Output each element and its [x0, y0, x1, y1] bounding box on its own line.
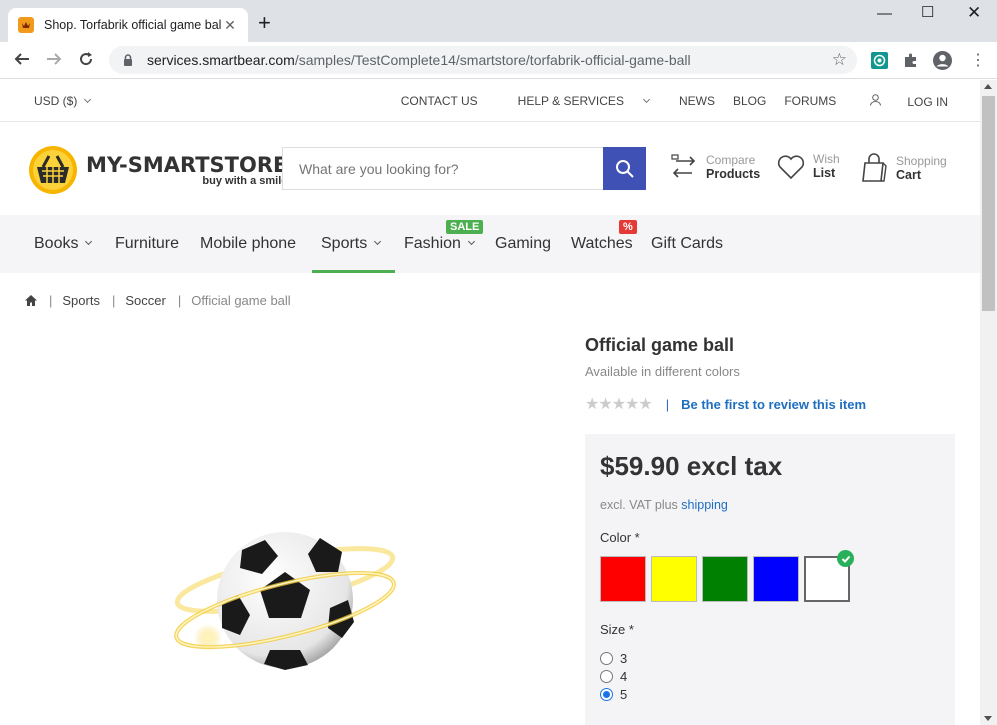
- top-utility-bar: USD ($) CONTACT US HELP & SERVICES NEWS …: [0, 80, 980, 122]
- news-link[interactable]: NEWS: [679, 94, 715, 109]
- browser-menu-icon[interactable]: ⋮: [970, 50, 986, 70]
- login-link[interactable]: LOG IN: [870, 94, 948, 109]
- site-header: MY-SMARTSTORE buy with a smile ComparePr…: [0, 123, 980, 215]
- favicon-icon: [18, 17, 34, 33]
- rating-stars-icon: ★★★★★: [585, 396, 653, 413]
- compare-products-button[interactable]: Compare Products: [670, 153, 760, 181]
- size-radio[interactable]: [600, 669, 613, 683]
- color-label: Color *: [600, 530, 640, 545]
- shipping-link[interactable]: shipping: [681, 498, 728, 512]
- tab-title: Shop. Torfabrik official game ball: [44, 18, 222, 32]
- user-icon: [870, 94, 882, 106]
- new-tab-icon[interactable]: +: [258, 12, 271, 34]
- contact-us-link[interactable]: CONTACT US: [401, 94, 478, 109]
- product-image[interactable]: [170, 510, 410, 690]
- product-subtitle: Available in different colors: [585, 364, 740, 379]
- color-swatches: [600, 550, 940, 602]
- blog-link[interactable]: BLOG: [733, 94, 766, 109]
- color-swatch-green[interactable]: [702, 556, 748, 602]
- write-review-link[interactable]: Be the first to review this item: [681, 397, 866, 412]
- compare-icon: [671, 154, 696, 178]
- reload-icon[interactable]: [77, 50, 95, 72]
- discount-badge: %: [619, 220, 637, 234]
- breadcrumb-sports[interactable]: Sports: [62, 293, 100, 308]
- size-option-5[interactable]: 5: [600, 685, 940, 703]
- menu-sports[interactable]: Sports: [321, 235, 382, 253]
- browser-tab-bar: Shop. Torfabrik official game ball ✕ + —…: [0, 0, 997, 42]
- size-radio-selected[interactable]: [600, 687, 613, 701]
- search-input[interactable]: [283, 148, 603, 189]
- color-swatch-yellow[interactable]: [651, 556, 697, 602]
- extension-icon[interactable]: [871, 52, 888, 74]
- menu-watches[interactable]: Watches: [571, 235, 633, 253]
- selected-check-icon: [837, 550, 854, 567]
- menu-furniture[interactable]: Furniture: [115, 235, 179, 253]
- search-box: [282, 147, 646, 190]
- vat-note: excl. VAT plus shipping: [600, 498, 728, 512]
- logo-wordmark: MY-SMARTSTORE: [86, 153, 288, 177]
- menu-mobile-phone[interactable]: Mobile phone: [200, 235, 296, 253]
- wish-list-button[interactable]: Wish List: [777, 153, 840, 180]
- product-price: $59.90 excl tax: [600, 451, 783, 481]
- url-bar[interactable]: services.smartbear.com/samples/TestCompl…: [109, 46, 857, 74]
- top-links: CONTACT US HELP & SERVICES NEWS BLOG FOR…: [381, 94, 948, 109]
- maximize-icon[interactable]: ☐: [921, 3, 934, 21]
- shopping-bag-icon: [862, 153, 887, 182]
- breadcrumb: | Sports | Soccer | Official game ball: [25, 293, 291, 308]
- heart-icon: [777, 154, 805, 179]
- shopping-cart-button[interactable]: Shopping Cart: [862, 153, 947, 183]
- minimize-icon[interactable]: —: [877, 5, 892, 22]
- sale-badge: SALE: [446, 220, 484, 234]
- color-swatch-red[interactable]: [600, 556, 646, 602]
- scroll-up-icon[interactable]: [984, 84, 992, 89]
- puzzle-extensions-icon[interactable]: [903, 52, 919, 73]
- menu-gaming[interactable]: Gaming: [495, 235, 551, 253]
- breadcrumb-current: Official game ball: [191, 293, 291, 308]
- home-icon[interactable]: [25, 295, 37, 306]
- price-box: $59.90 excl tax excl. VAT plus shipping …: [585, 434, 955, 725]
- size-label: Size *: [600, 622, 634, 637]
- size-options: 3 4 5: [600, 649, 940, 703]
- search-button[interactable]: [603, 147, 646, 190]
- color-swatch-blue[interactable]: [753, 556, 799, 602]
- main-navigation: Books Furniture Mobile phone Sports SALE…: [0, 215, 980, 273]
- forums-link[interactable]: FORUMS: [784, 94, 836, 109]
- menu-books[interactable]: Books: [34, 235, 93, 253]
- search-icon: [615, 159, 634, 178]
- active-menu-indicator: [312, 270, 395, 273]
- product-title: Official game ball: [585, 335, 735, 355]
- breadcrumb-soccer[interactable]: Soccer: [125, 293, 165, 308]
- window-close-icon[interactable]: ✕: [967, 3, 981, 23]
- lock-icon: [124, 54, 132, 66]
- basket-logo-icon: [29, 146, 77, 194]
- product-info: Official game ball Available in differen…: [585, 335, 955, 414]
- page-scrollbar[interactable]: [980, 80, 997, 725]
- page: USD ($) CONTACT US HELP & SERVICES NEWS …: [0, 80, 980, 725]
- currency-selector[interactable]: USD ($): [34, 94, 92, 108]
- scroll-down-icon[interactable]: [984, 716, 992, 721]
- profile-icon[interactable]: [933, 51, 952, 75]
- size-radio[interactable]: [600, 651, 613, 665]
- forward-icon[interactable]: [45, 50, 63, 72]
- store-logo[interactable]: MY-SMARTSTORE buy with a smile: [28, 145, 287, 195]
- url-text: services.smartbear.com/samples/TestCompl…: [147, 52, 691, 68]
- size-option-4[interactable]: 4: [600, 667, 940, 685]
- product-rating: ★★★★★ | Be the first to review this item: [585, 396, 867, 413]
- menu-gift-cards[interactable]: Gift Cards: [651, 235, 723, 253]
- scroll-thumb[interactable]: [982, 96, 995, 311]
- bookmark-star-icon[interactable]: ☆: [832, 50, 847, 70]
- browser-tab[interactable]: Shop. Torfabrik official game ball ✕: [8, 8, 248, 42]
- back-icon[interactable]: [13, 50, 31, 72]
- size-option-3[interactable]: 3: [600, 649, 940, 667]
- close-tab-icon[interactable]: ✕: [222, 17, 238, 34]
- help-services-menu[interactable]: HELP & SERVICES: [498, 94, 650, 109]
- address-bar-row: services.smartbear.com/samples/TestCompl…: [0, 42, 997, 79]
- menu-fashion[interactable]: Fashion: [404, 235, 475, 253]
